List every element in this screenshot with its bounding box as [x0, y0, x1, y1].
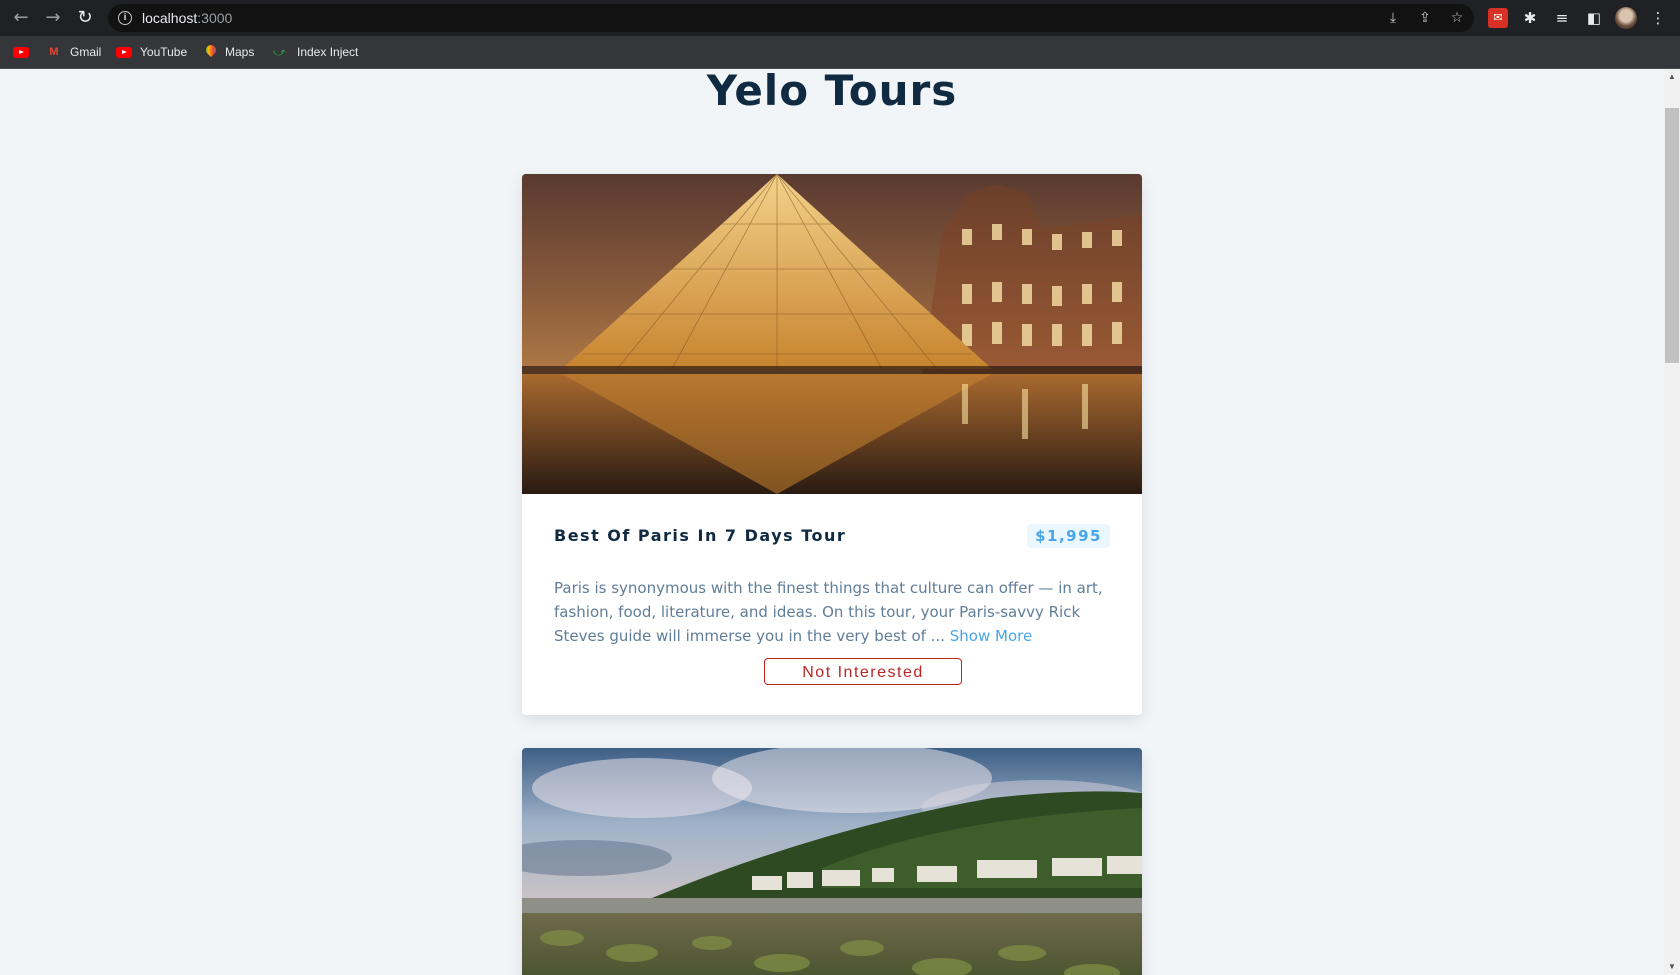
- forward-arrow-icon[interactable]: →: [43, 8, 63, 28]
- tour-name: Best Of Paris In 7 Days Tour: [554, 526, 847, 545]
- scroll-up-arrow-icon[interactable]: ▲: [1664, 69, 1680, 85]
- reload-icon[interactable]: ↻: [75, 8, 95, 28]
- tour-price: $1,995: [1027, 524, 1110, 548]
- extensions-puzzle-icon[interactable]: ✱: [1520, 8, 1540, 28]
- bookmark-label: Index Inject: [297, 45, 359, 59]
- bookmark-label: YouTube: [140, 45, 188, 59]
- tour-card: [522, 748, 1142, 975]
- bookmark-youtube[interactable]: YouTube: [116, 42, 187, 62]
- tour-info: Paris is synonymous with the finest thin…: [554, 576, 1110, 648]
- scroll-down-arrow-icon[interactable]: ▼: [1664, 959, 1680, 975]
- bookmark-label: Gmail: [70, 45, 102, 59]
- extension-red-icon[interactable]: ✉: [1488, 8, 1508, 28]
- not-interested-button[interactable]: Not Interested: [764, 658, 962, 685]
- tour-image-louvre: [522, 174, 1142, 494]
- bookmark-gmail[interactable]: M Gmail: [46, 42, 101, 62]
- browser-toolbar: ← → ↻ i localhost:3000 ⤓ ⇪ ☆ ✉ ✱ ≡ ◧ ⋮: [0, 0, 1680, 36]
- page-title: Yelo Tours: [706, 69, 958, 115]
- coastal-village-illustration: [522, 748, 1142, 975]
- bookmark-label: Maps: [225, 45, 255, 59]
- address-bar[interactable]: i localhost:3000 ⤓ ⇪ ☆: [108, 4, 1474, 32]
- page-viewport: Yelo Tours Best Of Paris In 7 Days Tour …: [0, 69, 1664, 975]
- profile-avatar[interactable]: [1615, 7, 1637, 29]
- back-arrow-icon[interactable]: ←: [11, 8, 31, 28]
- reading-list-icon[interactable]: ≡: [1552, 8, 1572, 28]
- browser-menu-icon[interactable]: ⋮: [1648, 8, 1668, 28]
- side-panel-icon[interactable]: ◧: [1584, 8, 1604, 28]
- youtube-icon: [13, 46, 29, 58]
- bookmarks-bar: M Gmail YouTube Maps ⤻ Index Inject: [0, 36, 1680, 69]
- site-info-icon[interactable]: i: [118, 11, 132, 25]
- gmail-icon: M: [49, 46, 59, 58]
- louvre-pyramid-illustration: [522, 174, 1142, 494]
- url-text: localhost:3000: [142, 10, 233, 26]
- share-icon[interactable]: ⇪: [1416, 9, 1434, 27]
- bookmark-star-icon[interactable]: ☆: [1448, 9, 1466, 27]
- tour-card: Best Of Paris In 7 Days Tour $1,995 Pari…: [522, 174, 1142, 715]
- show-more-link[interactable]: Show More: [950, 627, 1032, 645]
- trend-line-icon: ⤻: [273, 45, 286, 59]
- bookmark-maps[interactable]: Maps: [205, 42, 254, 62]
- youtube-icon: [116, 46, 132, 58]
- maps-pin-icon: [205, 45, 217, 59]
- bookmark-youtube-shortcut[interactable]: [13, 42, 29, 62]
- tour-image-coastal-village: [522, 748, 1142, 975]
- scrollbar-thumb[interactable]: [1665, 108, 1679, 363]
- bookmark-index-inject[interactable]: ⤻ Index Inject: [273, 42, 358, 62]
- install-app-icon[interactable]: ⤓: [1384, 9, 1402, 27]
